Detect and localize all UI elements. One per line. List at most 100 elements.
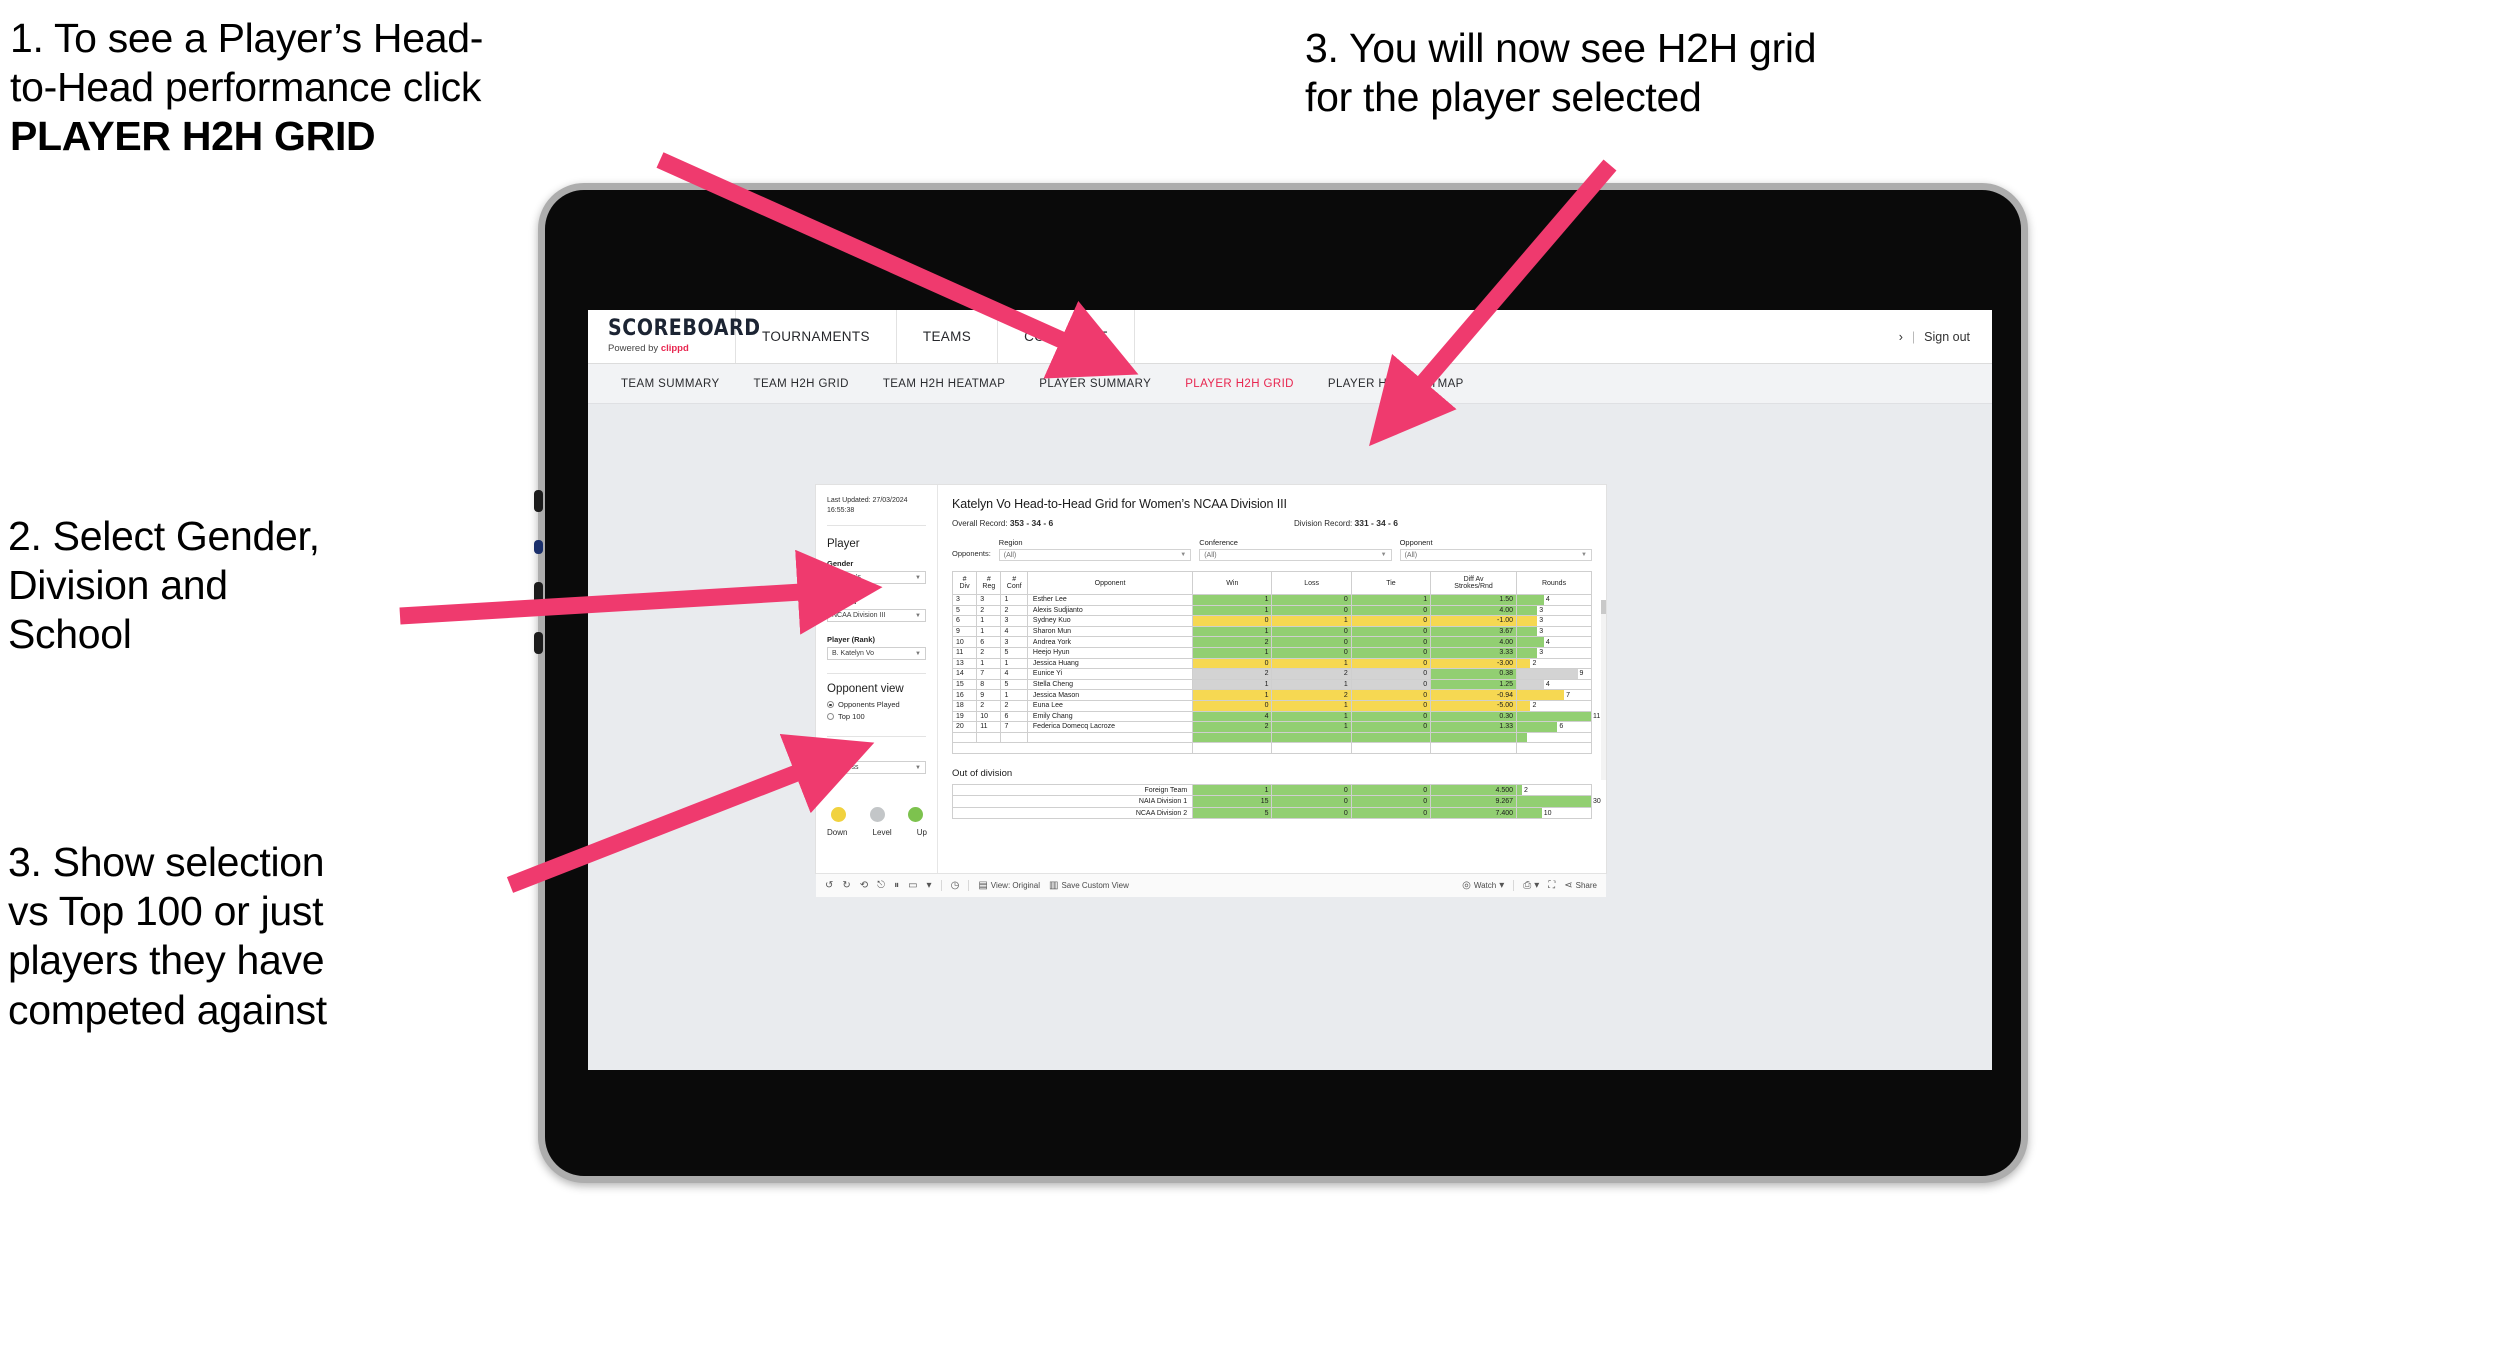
pause-icon[interactable]: ⏸ (894, 880, 899, 891)
tab-player-h2h-grid[interactable]: PLAYER H2H GRID (1168, 378, 1311, 390)
share-icon: ⋖ (1564, 879, 1573, 891)
colour-legend: Down Level Up (827, 807, 927, 837)
callout-2-line-2: for the player selected (1305, 74, 1702, 121)
chevron-down-icon: ▼ (1180, 552, 1187, 558)
scoreboard-logo[interactable]: SCOREBOARD Powered by clippd (588, 310, 761, 363)
cell-conf: 3 (1000, 615, 1028, 627)
download-button[interactable]: ⎙ ▾ (1523, 880, 1539, 891)
toolbar-divider-2 (968, 880, 970, 891)
division-record-label: Division Record: (1294, 519, 1353, 528)
cell-opponent: Andrea York (1026, 636, 1194, 648)
tab-player-summary[interactable]: PLAYER SUMMARY (1022, 378, 1168, 390)
logo-tagline-brand: clippd (660, 343, 689, 354)
ood-cell-tie: 0 (1350, 806, 1432, 820)
table-row[interactable]: 20 11 7 Federica Domecq Lacroze 2 1 0 1.33 6 (951, 721, 1592, 733)
filter-opponent-dropdown[interactable]: (All) ▼ (1399, 549, 1592, 561)
cell-conf: 6 (1000, 710, 1028, 723)
account-area: › | Sign out (1899, 310, 1992, 363)
tab-team-summary[interactable]: TEAM SUMMARY (604, 378, 737, 390)
radio-top-100[interactable]: Top 100 (827, 712, 926, 721)
collapse-icon[interactable]: ▭ (908, 880, 917, 891)
table-row[interactable]: 18 2 2 Euna Lee 0 1 0 -5.00 2 (951, 699, 1592, 712)
cell-rounds: 3 (1516, 625, 1592, 638)
table-row[interactable]: 11 2 5 Heejo Hyun 1 0 0 3.33 3 (951, 646, 1592, 659)
table-scrollbar[interactable] (1601, 600, 1606, 780)
tab-team-h2h-grid[interactable]: TEAM H2H GRID (737, 378, 866, 390)
cell-rounds: 7 (1516, 689, 1592, 701)
cell-rounds: 4 (1516, 636, 1592, 648)
out-of-division-row[interactable]: Foreign Team 1 0 0 4.500 2 (951, 783, 1592, 797)
sign-out-link[interactable]: Sign out (1924, 330, 1970, 344)
table-row[interactable]: 13 1 1 Jessica Huang 0 1 0 -3.00 2 (951, 657, 1592, 670)
table-row[interactable]: 15 8 5 Stella Cheng 1 1 0 1.25 4 (951, 678, 1592, 691)
radio-opponents-played[interactable]: Opponents Played (827, 700, 926, 709)
cell-loss: 1 (1271, 710, 1352, 723)
cell-reg: 7 (976, 668, 1002, 680)
table-row[interactable]: 6 1 3 Sydney Kuo 0 1 0 -1.00 3 (951, 615, 1592, 627)
table-row[interactable]: 3 3 1 Esther Lee 1 0 1 1.50 4 (951, 594, 1592, 606)
filter-region: Region (All) ▼ (998, 538, 1192, 561)
tablet-button-3 (534, 582, 543, 604)
out-of-division-row[interactable]: NCAA Division 2 5 0 0 7.400 10 (951, 806, 1592, 820)
save-view-icon: ▥ (1048, 879, 1059, 891)
tab-team-h2h-heatmap[interactable]: TEAM H2H HEATMAP (866, 378, 1022, 390)
dropdown-colour-by[interactable]: Win/loss ▼ (827, 761, 926, 775)
legend-label-down: Down (827, 828, 848, 837)
logo-wordmark: SCOREBOARD (608, 314, 761, 341)
record-summary: Overall Record: 353 - 34 - 6 Division Re… (952, 518, 1592, 528)
table-row[interactable]: 10 6 3 Andrea York 2 0 0 4.00 4 (951, 636, 1592, 648)
dropdown-gender[interactable]: Women's ▼ (827, 571, 926, 585)
cell-div: 15 (951, 678, 978, 691)
tablet-button-4 (534, 632, 543, 654)
cell-win: 2 (1192, 721, 1273, 733)
cell-conf: 1 (1000, 689, 1028, 701)
ood-cell-loss: 0 (1271, 783, 1352, 797)
cell-win: 0 (1192, 615, 1273, 627)
filter-region-dropdown[interactable]: (All) ▼ (998, 549, 1192, 561)
cell-diff: 1.25 (1430, 678, 1518, 691)
fullscreen-icon[interactable]: ⛶ (1548, 880, 1555, 891)
revert-icon[interactable]: ⟲ (860, 880, 868, 891)
refresh-icon[interactable]: ⎋ (877, 880, 885, 891)
dropdown-player[interactable]: B. Katelyn Vo ▼ (827, 647, 926, 661)
view-original-button[interactable]: ▤ View: Original (978, 880, 1040, 891)
filter-opponent: Opponent (All) ▼ (1399, 538, 1592, 561)
table-row[interactable]: 9 1 4 Sharon Mun 1 0 0 3.67 3 (951, 625, 1592, 638)
nav-item-teams[interactable]: TEAMS (897, 310, 999, 363)
cell-loss: 0 (1271, 636, 1352, 648)
watch-button[interactable]: ◎ Watch ▾ (1462, 880, 1504, 891)
account-caret-icon[interactable]: › (1899, 330, 1903, 344)
cell-tie: 0 (1350, 699, 1432, 712)
table-row[interactable]: 5 2 2 Alexis Sudjianto 1 0 0 4.00 3 (951, 604, 1592, 617)
chevron-down-icon[interactable]: ▾ (927, 880, 932, 891)
cell-rounds: 2 (1516, 657, 1592, 670)
cell-loss: 0 (1271, 625, 1352, 638)
radio-icon-unselected (827, 713, 834, 721)
filter-conference-dropdown[interactable]: (All) ▼ (1199, 549, 1392, 561)
out-of-division-row[interactable]: NAIA Division 1 15 0 0 9.267 30 (951, 795, 1601, 808)
filter-region-label: Region (998, 538, 1023, 547)
col-tie: Tie (1350, 571, 1432, 595)
share-button[interactable]: ⋖ Share (1564, 879, 1597, 891)
redo-icon[interactable]: ↻ (842, 880, 850, 891)
cell-div: 6 (951, 615, 978, 627)
overall-record-label: Overall Record: (952, 519, 1008, 528)
nav-item-committee[interactable]: COMMITTEE (998, 310, 1136, 363)
save-custom-view-button[interactable]: ▥ Save Custom View (1048, 879, 1129, 891)
scrollbar-thumb[interactable] (1601, 600, 1606, 614)
legend-dot-up (908, 807, 923, 822)
table-row[interactable]: 14 7 4 Eunice Yi 2 2 0 0.38 9 (951, 668, 1592, 680)
table-row[interactable]: 19 10 6 Emily Chang 4 1 0 0.30 11 (951, 710, 1600, 723)
cell-loss: 0 (1271, 594, 1352, 606)
dropdown-division[interactable]: NCAA Division III ▼ (827, 609, 926, 623)
clock-icon[interactable]: ◷ (951, 880, 960, 891)
page-title: Katelyn Vo Head-to-Head Grid for Women’s… (952, 497, 1287, 511)
cell-opponent: Alexis Sudjianto (1026, 604, 1194, 617)
cell-win: 0 (1192, 699, 1273, 712)
panel-divider-2 (827, 673, 926, 675)
undo-icon[interactable]: ↺ (825, 880, 833, 891)
table-row[interactable]: 16 9 1 Jessica Mason 1 2 0 -0.94 7 (951, 689, 1592, 701)
tab-player-h2h-heatmap[interactable]: PLAYER H2H HEATMAP (1311, 378, 1481, 390)
callout-step-1: 1. To see a Player’s Head- to-Head perfo… (10, 14, 750, 162)
cell-diff: 4.00 (1430, 636, 1518, 648)
